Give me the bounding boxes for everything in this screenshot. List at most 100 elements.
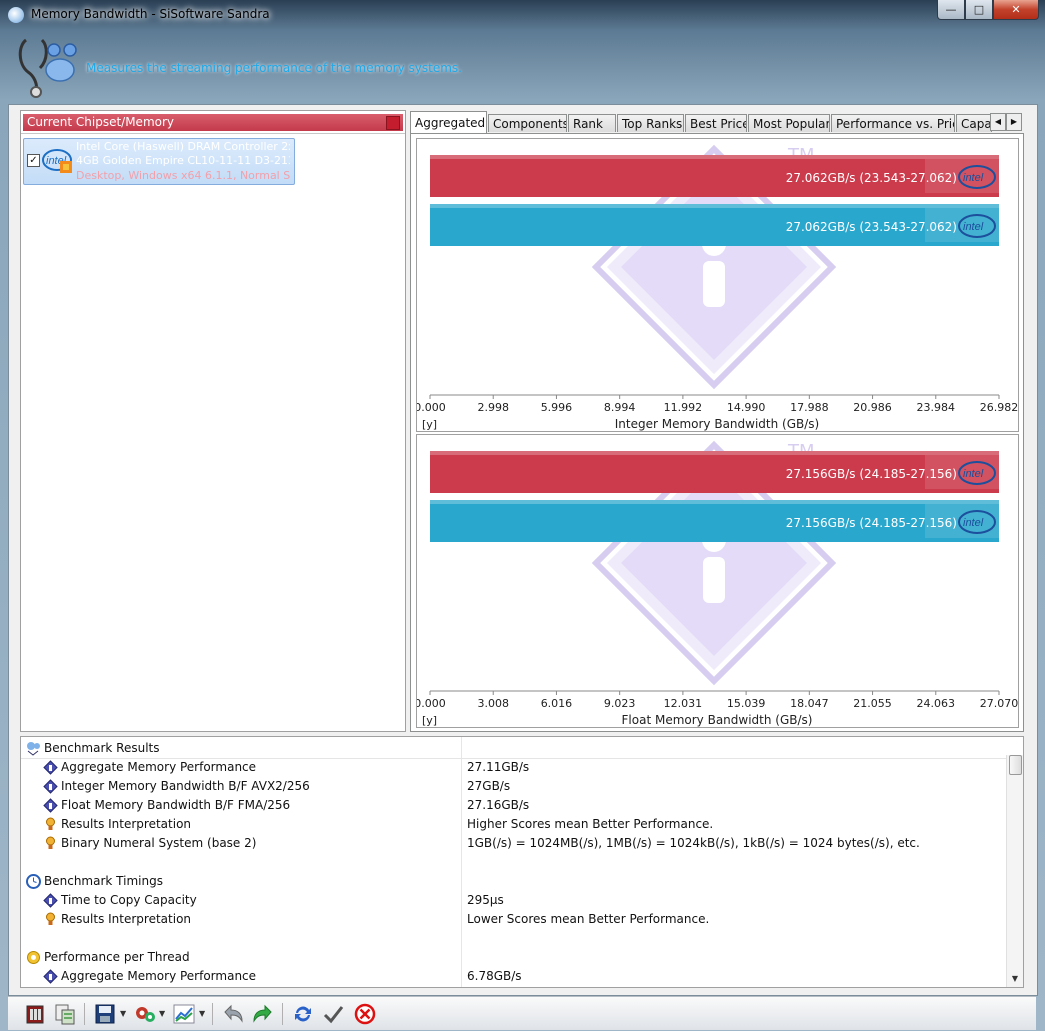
chart-bar-group: intel 27.062GB/s (23.543-27.062) xyxy=(430,204,999,246)
redo-icon[interactable] xyxy=(250,1001,276,1027)
device-panel: Current Chipset/Memory ✓ intel Intel Cor… xyxy=(20,110,406,732)
clock-icon xyxy=(26,874,41,889)
result-row[interactable]: Integer Memory Bandwidth B/F AVX2/256 27G… xyxy=(21,777,1007,796)
results-section-header[interactable]: Performance per Thread xyxy=(21,948,1007,967)
svg-text:intel: intel xyxy=(963,172,984,184)
scroll-down-button[interactable]: ▼ xyxy=(1007,971,1023,987)
export-icon[interactable] xyxy=(52,1001,78,1027)
result-row[interactable]: Aggregate Memory Performance 27.11GB/s xyxy=(21,758,1007,777)
result-row[interactable]: Time to Copy Capacity 295µs xyxy=(21,891,1007,910)
refresh-icon[interactable] xyxy=(290,1001,316,1027)
undo-icon[interactable] xyxy=(220,1001,246,1027)
ok-icon[interactable] xyxy=(320,1001,346,1027)
result-value: Higher Scores mean Better Performance. xyxy=(467,817,714,831)
tab-aggregated[interactable]: Aggregated xyxy=(410,111,487,133)
toolbar-separator xyxy=(282,1003,283,1025)
x-tick-label: 0.000 xyxy=(417,697,446,710)
save-icon[interactable] xyxy=(92,1001,118,1027)
result-row[interactable]: Float Memory Bandwidth B/F FMA/256 27.16G… xyxy=(21,796,1007,815)
result-row[interactable]: Results Interpretation Lower Scores mean … xyxy=(21,910,1007,929)
device-panel-title: Current Chipset/Memory xyxy=(27,115,175,129)
chart-bar-group: intel 27.156GB/s (24.185-27.156) xyxy=(430,500,999,542)
save-dropdown-icon[interactable]: ▼ xyxy=(120,1009,126,1018)
bar-value-label: 27.062GB/s (23.543-27.062) xyxy=(786,220,957,234)
tab-best-price[interactable]: Best Price xyxy=(685,114,747,132)
tab-capacity[interactable]: Capa xyxy=(956,114,992,132)
chart-options-icon[interactable] xyxy=(171,1001,197,1027)
tab-strip: Aggregated Components Rank Top Ranks Bes… xyxy=(410,111,1022,133)
module-header: Measures the streaming performance of th… xyxy=(0,30,1045,104)
x-tick-label: 27.070 xyxy=(980,697,1018,710)
result-row[interactable]: Results Interpretation Higher Scores mean… xyxy=(21,815,1007,834)
bottom-toolbar: ▼ ▼ ▼ xyxy=(8,996,1036,1030)
cancel-icon[interactable] xyxy=(352,1001,378,1027)
toolbar-separator xyxy=(212,1003,213,1025)
diamond-icon xyxy=(43,760,58,775)
result-label: Binary Numeral System (base 2) xyxy=(61,836,257,850)
minimize-button[interactable]: — xyxy=(937,0,965,20)
x-tick-label: 26.982 xyxy=(980,401,1018,414)
device-name: Intel Core (Haswell) DRAM Controller 2x xyxy=(76,140,290,153)
bar-value-label: 27.156GB/s (24.185-27.156) xyxy=(786,467,957,481)
float-bandwidth-svg: TMintel27.156GB/s (24.185-27.156)intel27… xyxy=(417,440,1018,727)
x-tick-label: 20.986 xyxy=(853,401,892,414)
result-row[interactable]: Aggregate Memory Performance 6.78GB/s xyxy=(21,967,1007,986)
device-checkbox[interactable]: ✓ xyxy=(27,154,40,167)
hint-icon xyxy=(43,817,58,832)
hint-icon xyxy=(43,912,58,927)
tab-rank[interactable]: Rank xyxy=(568,114,616,132)
diamond-icon xyxy=(43,969,58,984)
result-label: Results Interpretation xyxy=(61,912,192,926)
results-section-header[interactable]: Benchmark Timings xyxy=(21,872,1007,891)
tab-top-ranks[interactable]: Top Ranks xyxy=(617,114,684,132)
report-icon[interactable] xyxy=(22,1001,48,1027)
tab-scroll-left-button[interactable]: ◀ xyxy=(990,113,1006,131)
close-button[interactable]: ✕ xyxy=(993,0,1039,20)
x-tick-label: 5.996 xyxy=(541,401,573,414)
diamond-icon xyxy=(43,779,58,794)
panel-options-button[interactable] xyxy=(386,116,400,130)
x-tick-label: 24.063 xyxy=(917,697,956,710)
app-icon xyxy=(8,7,24,23)
device-item[interactable]: ✓ intel Intel Core (Haswell) DRAM Contro… xyxy=(23,138,295,185)
toolbar-separator xyxy=(84,1003,85,1025)
result-row[interactable]: Binary Numeral System (base 2) 1GB(/s) = … xyxy=(21,834,1007,853)
result-value: Lower Scores mean Better Performance. xyxy=(467,912,710,926)
chart-options-dropdown-icon[interactable]: ▼ xyxy=(199,1009,205,1018)
x-tick-label: 8.994 xyxy=(604,401,636,414)
result-value: 1GB(/s) = 1024MB(/s), 1MB(/s) = 1024kB(/… xyxy=(467,836,920,850)
tab-scroll-right-button[interactable]: ▶ xyxy=(1006,113,1022,131)
y-axis-marker: [y] xyxy=(422,714,437,727)
tab-performance-vs-price[interactable]: Performance vs. Price xyxy=(831,114,955,132)
aggregated-tab-page: TMintel27.062GB/s (23.543-27.062)intel27… xyxy=(410,133,1024,732)
results-section-header[interactable]: Benchmark Results xyxy=(21,739,1007,758)
title-bar: Memory Bandwidth - SiSoftware Sandra — □… xyxy=(0,0,1045,30)
x-tick-label: 14.990 xyxy=(727,401,766,414)
window-title: Memory Bandwidth - SiSoftware Sandra xyxy=(31,7,270,21)
x-tick-label: 23.984 xyxy=(917,401,956,414)
x-tick-label: 6.016 xyxy=(541,697,573,710)
device-memory: 4GB Golden Empire CL10-11-11 D3-213... xyxy=(76,154,290,167)
intel-logo-icon: intel xyxy=(42,149,72,173)
results-scrollbar[interactable]: ▼ xyxy=(1006,755,1023,987)
section-title: Benchmark Results xyxy=(44,741,160,755)
tab-most-popular[interactable]: Most Popular xyxy=(748,114,830,132)
maximize-button[interactable]: □ xyxy=(965,0,993,20)
tab-components[interactable]: Components xyxy=(488,114,567,132)
diamond-icon xyxy=(43,893,58,908)
options-dropdown-icon[interactable]: ▼ xyxy=(159,1009,165,1018)
x-tick-label: 3.008 xyxy=(477,697,509,710)
result-value: 295µs xyxy=(467,893,504,907)
options-icon[interactable] xyxy=(132,1001,158,1027)
x-tick-label: 17.988 xyxy=(790,401,829,414)
result-label: Aggregate Memory Performance xyxy=(61,969,257,983)
x-tick-label: 21.055 xyxy=(853,697,892,710)
result-label: Results Interpretation xyxy=(61,817,192,831)
x-tick-label: 15.039 xyxy=(727,697,766,710)
result-value: 27GB/s xyxy=(467,779,511,793)
device-panel-header: Current Chipset/Memory xyxy=(23,114,403,131)
integer-bandwidth-svg: TMintel27.062GB/s (23.543-27.062)intel27… xyxy=(417,144,1018,431)
hint-icon xyxy=(43,836,58,851)
scrollbar-thumb[interactable] xyxy=(1009,755,1022,775)
stethoscope-icon xyxy=(18,38,77,98)
